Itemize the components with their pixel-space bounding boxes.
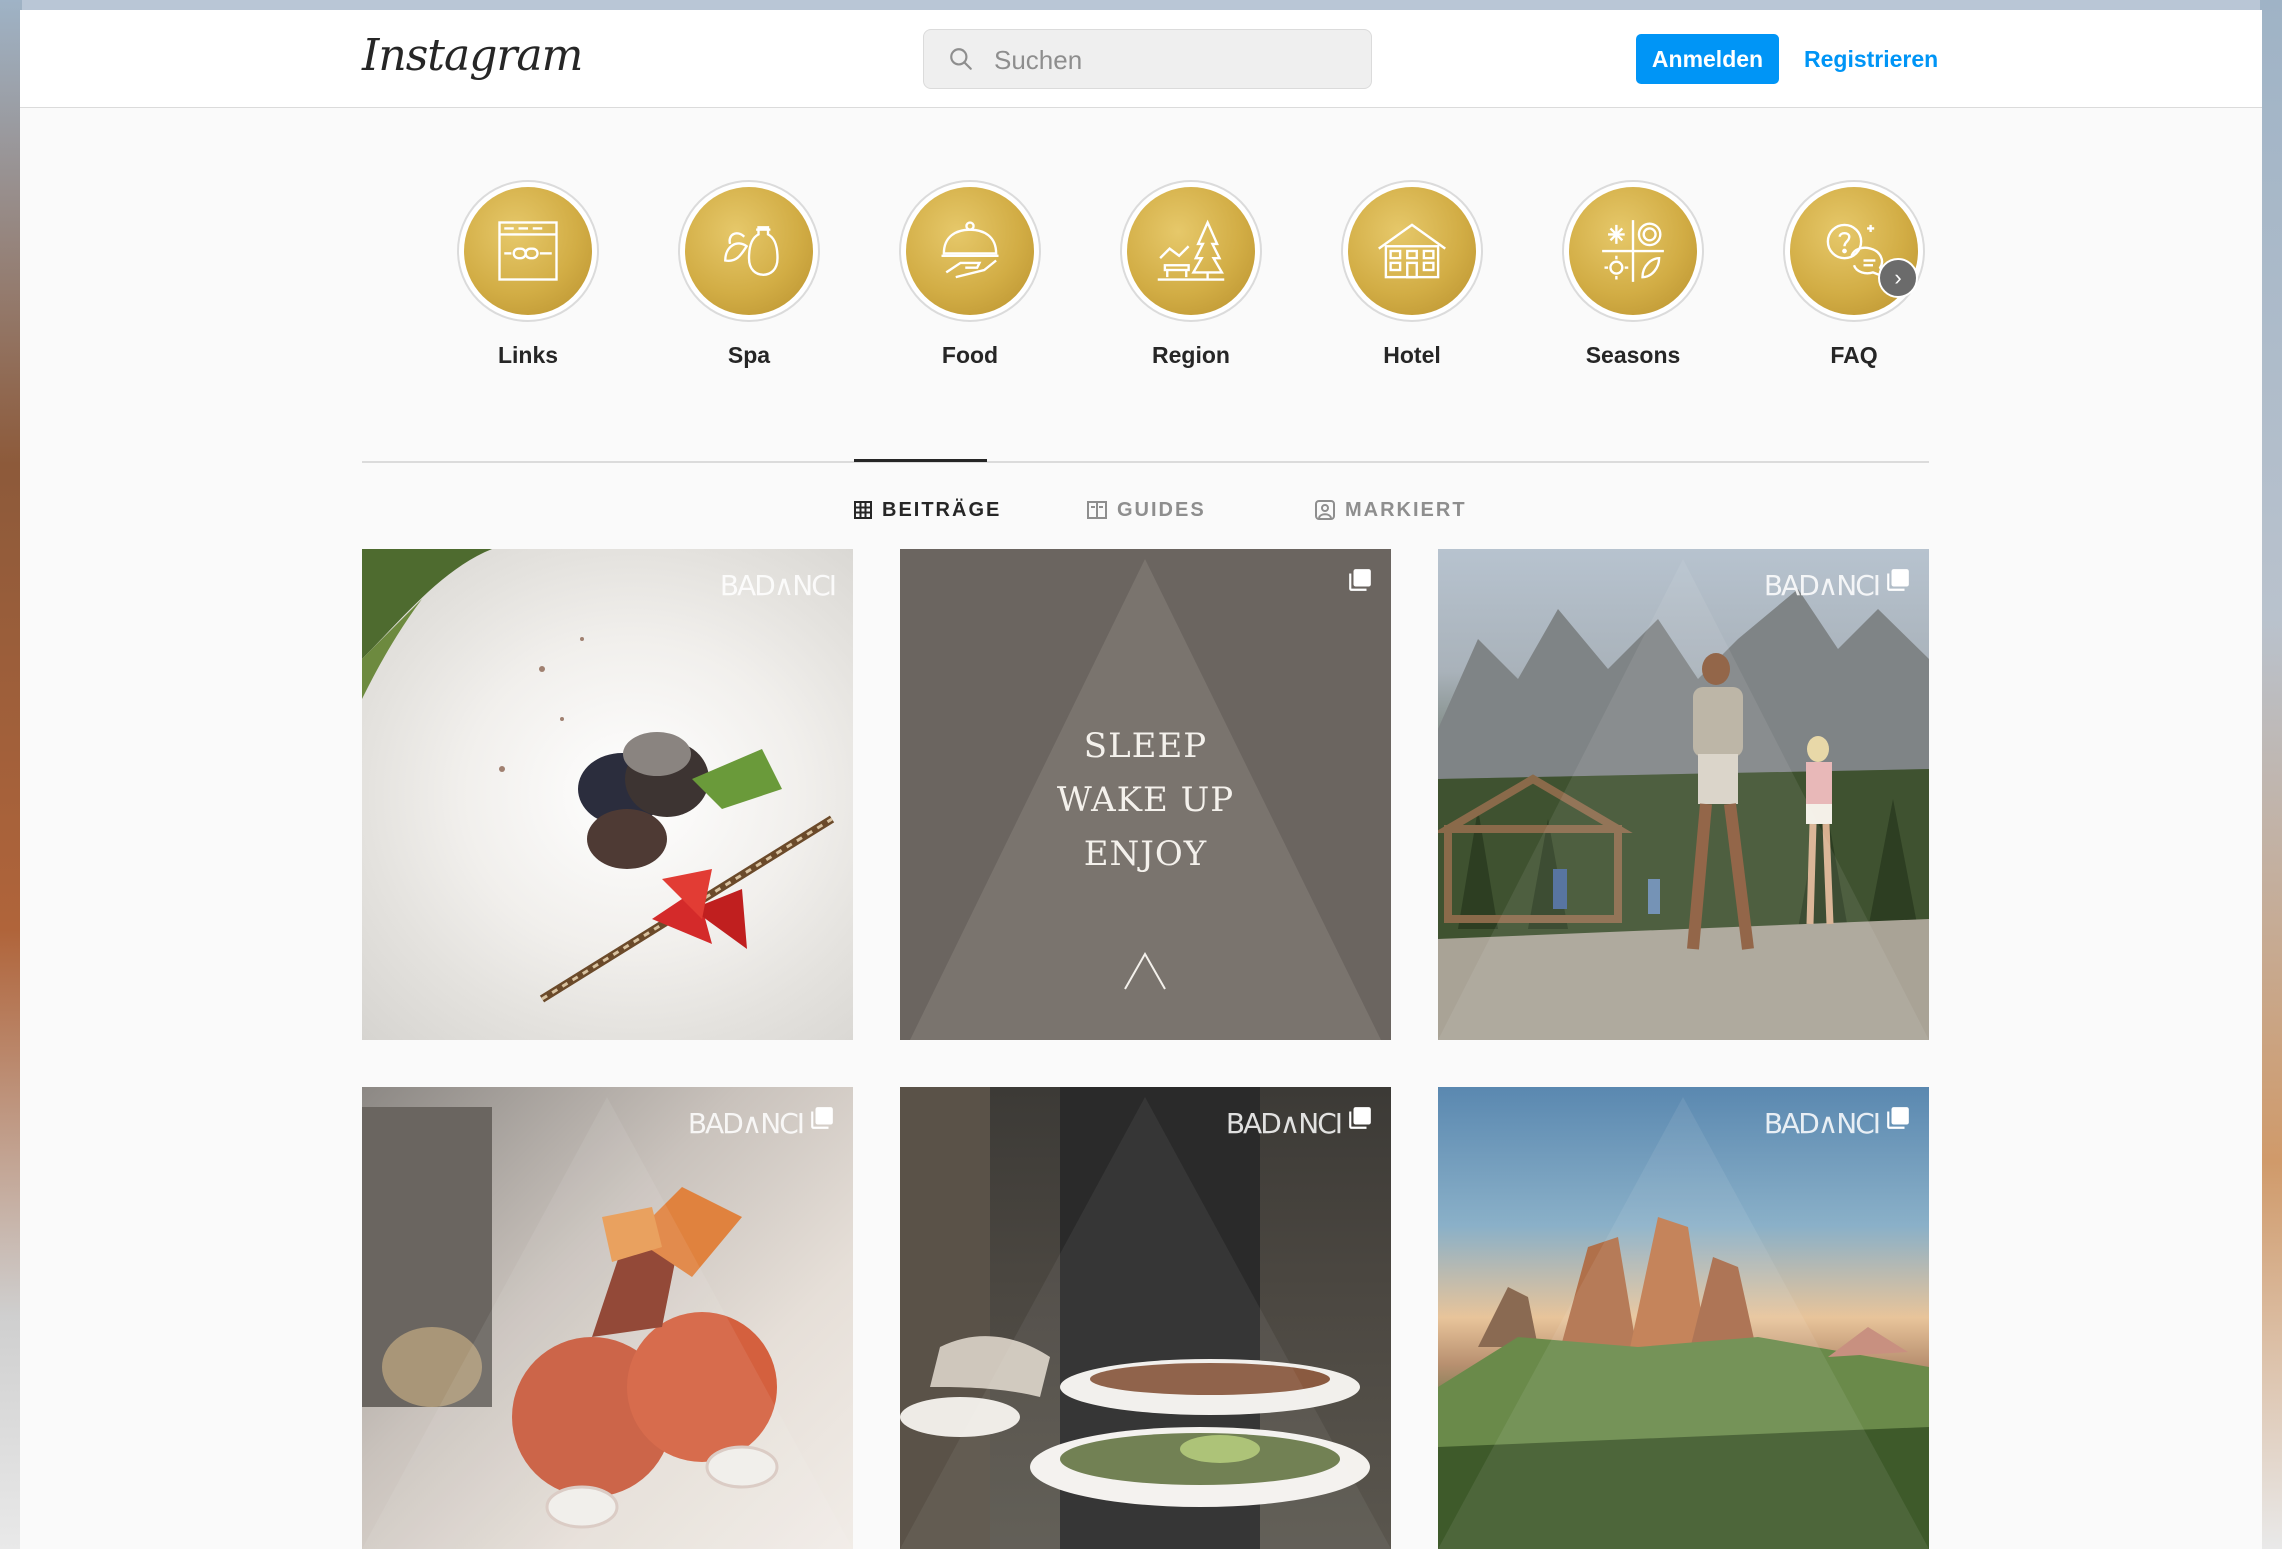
background-left-edge xyxy=(0,0,22,1549)
highlight-ring xyxy=(678,180,820,322)
highlight-label: Hotel xyxy=(1383,342,1441,368)
login-button[interactable]: Anmelden xyxy=(1636,34,1779,84)
post-image-hikers xyxy=(1438,559,1929,1040)
post-tile[interactable]: BAD∧NCI xyxy=(900,1087,1391,1549)
highlight-ring xyxy=(1783,180,1925,322)
tab-label: MARKIERT xyxy=(1345,498,1467,521)
brand-watermark: BAD∧NCI xyxy=(1225,1107,1343,1140)
highlight-label: Spa xyxy=(727,342,771,368)
highlights-next-button[interactable]: › xyxy=(1878,258,1918,298)
post-tile[interactable]: BAD∧NCI xyxy=(362,1087,853,1549)
hotel-building-icon xyxy=(1378,223,1446,279)
multiple-images-icon xyxy=(1349,569,1371,591)
highlight-hotel[interactable]: Hotel xyxy=(1327,180,1497,369)
background-right-edge xyxy=(2260,0,2282,1549)
multiple-images-icon xyxy=(811,1107,833,1129)
post-image-mountains xyxy=(1438,1097,1929,1549)
highlight-label: Region xyxy=(1152,342,1230,368)
profile-tabs-divider xyxy=(362,461,1929,463)
story-highlights-row: Links Spa Food Region Hotel Seasons FAQ … xyxy=(20,180,2262,380)
spa-leaf-bottle-icon xyxy=(724,226,779,276)
multiple-images-icon xyxy=(1887,569,1909,591)
highlight-label: Food xyxy=(941,342,999,368)
tree-bench-landscape-icon xyxy=(1157,219,1225,281)
highlight-region[interactable]: Region xyxy=(1106,180,1276,369)
tab-guides[interactable]: GUIDES xyxy=(1087,490,1206,530)
highlight-spa[interactable]: Spa xyxy=(664,180,834,369)
tab-label: BEITRÄGE xyxy=(882,498,1002,521)
multiple-images-icon xyxy=(1887,1107,1909,1129)
post-image-waiter xyxy=(900,1087,1391,1549)
four-seasons-icon xyxy=(1602,220,1664,282)
highlight-ring xyxy=(1341,180,1483,322)
search-input[interactable] xyxy=(992,42,1356,78)
tab-posts[interactable]: BEITRÄGE xyxy=(854,490,1001,530)
instagram-logo[interactable]: Instagram xyxy=(362,30,583,81)
brand-watermark: BAD∧NCI xyxy=(1763,569,1881,602)
top-navigation-bar: Instagram Anmelden Registrieren xyxy=(20,10,2262,108)
chevron-right-icon: › xyxy=(1894,265,1902,290)
post-headline: SLEEP WAKE UP ENJOY xyxy=(900,719,1391,881)
highlight-food[interactable]: Food xyxy=(885,180,1055,369)
headline-line: ENJOY xyxy=(1083,834,1208,874)
tab-label: GUIDES xyxy=(1117,498,1206,521)
post-tile[interactable]: BAD∧NCI xyxy=(362,549,853,1040)
post-image-dessert xyxy=(362,549,835,1003)
highlight-label: Seasons xyxy=(1585,342,1681,368)
highlight-label: FAQ xyxy=(1830,342,1878,368)
highlight-ring xyxy=(1562,180,1704,322)
guide-icon xyxy=(1087,501,1107,519)
browser-page: Instagram Anmelden Registrieren Links xyxy=(20,10,2262,1549)
highlight-seasons[interactable]: Seasons xyxy=(1548,180,1718,369)
post-tile[interactable]: BAD∧NCI xyxy=(1438,1087,1929,1549)
search-icon xyxy=(950,48,972,70)
post-tile[interactable]: BAD∧NCI xyxy=(1438,549,1929,1040)
grid-icon xyxy=(854,501,872,519)
post-tile[interactable]: SLEEP WAKE UP ENJOY xyxy=(900,549,1391,1040)
profile-tabs: BEITRÄGE GUIDES MARKIERT xyxy=(20,490,2262,530)
post-image-spa-bottles xyxy=(362,1097,853,1549)
tab-tagged[interactable]: MARKIERT xyxy=(1315,490,1467,530)
headline-line: WAKE UP xyxy=(1056,780,1235,820)
highlight-ring xyxy=(457,180,599,322)
active-tab-indicator xyxy=(854,459,987,462)
headline-line: SLEEP xyxy=(1083,726,1208,766)
highlight-ring xyxy=(1120,180,1262,322)
brand-watermark: BAD∧NCI xyxy=(719,569,837,602)
browser-link-icon xyxy=(498,221,558,281)
brand-watermark: BAD∧NCI xyxy=(687,1107,805,1140)
cloche-hand-icon xyxy=(941,221,999,279)
tagged-icon xyxy=(1315,500,1335,520)
brand-watermark: BAD∧NCI xyxy=(1763,1107,1881,1140)
register-link[interactable]: Registrieren xyxy=(1804,34,1938,84)
highlight-ring xyxy=(899,180,1041,322)
highlight-label: Links xyxy=(497,342,559,368)
highlight-links[interactable]: Links xyxy=(443,180,613,369)
search-box[interactable] xyxy=(923,29,1372,89)
multiple-images-icon xyxy=(1349,1107,1371,1129)
